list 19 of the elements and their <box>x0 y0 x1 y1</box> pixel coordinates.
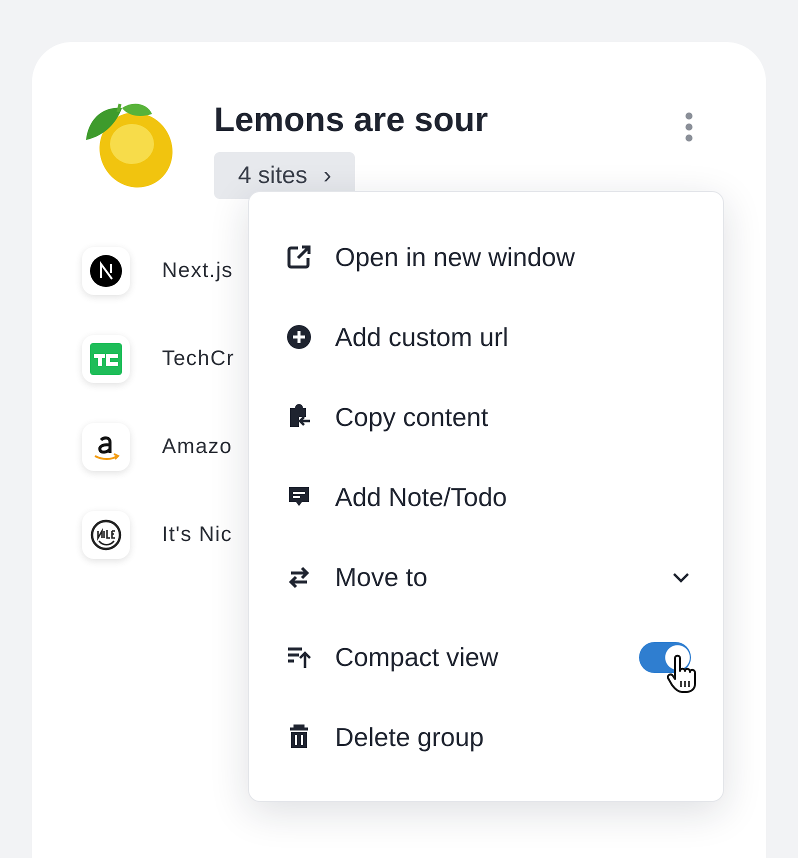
menu-item[interactable]: Compact view <box>286 638 639 676</box>
circle-letter-icon <box>90 255 122 287</box>
site-name[interactable]: Amazo <box>162 431 232 463</box>
group-title: Lemons are sour <box>214 100 488 140</box>
menu-item[interactable]: Add custom url <box>286 318 691 356</box>
more-options-icon[interactable] <box>684 112 694 142</box>
menu-item[interactable]: Delete group <box>286 718 691 756</box>
site-name[interactable]: Next.js <box>162 255 234 287</box>
menu-item[interactable]: Open in new window <box>286 238 691 276</box>
round-badge-icon <box>90 519 122 551</box>
site-name[interactable]: It's Nic <box>162 519 232 551</box>
site-name[interactable]: TechCr <box>162 343 235 375</box>
menu-item[interactable]: Add Note/Todo <box>286 478 691 516</box>
swap-arrows-icon <box>286 564 312 590</box>
plus-circle-icon <box>286 324 312 350</box>
external-link-icon <box>286 244 312 270</box>
menu-item[interactable]: Move to <box>286 558 671 596</box>
letter-tile-icon <box>90 343 122 375</box>
menu-item[interactable]: Copy content <box>286 398 691 436</box>
